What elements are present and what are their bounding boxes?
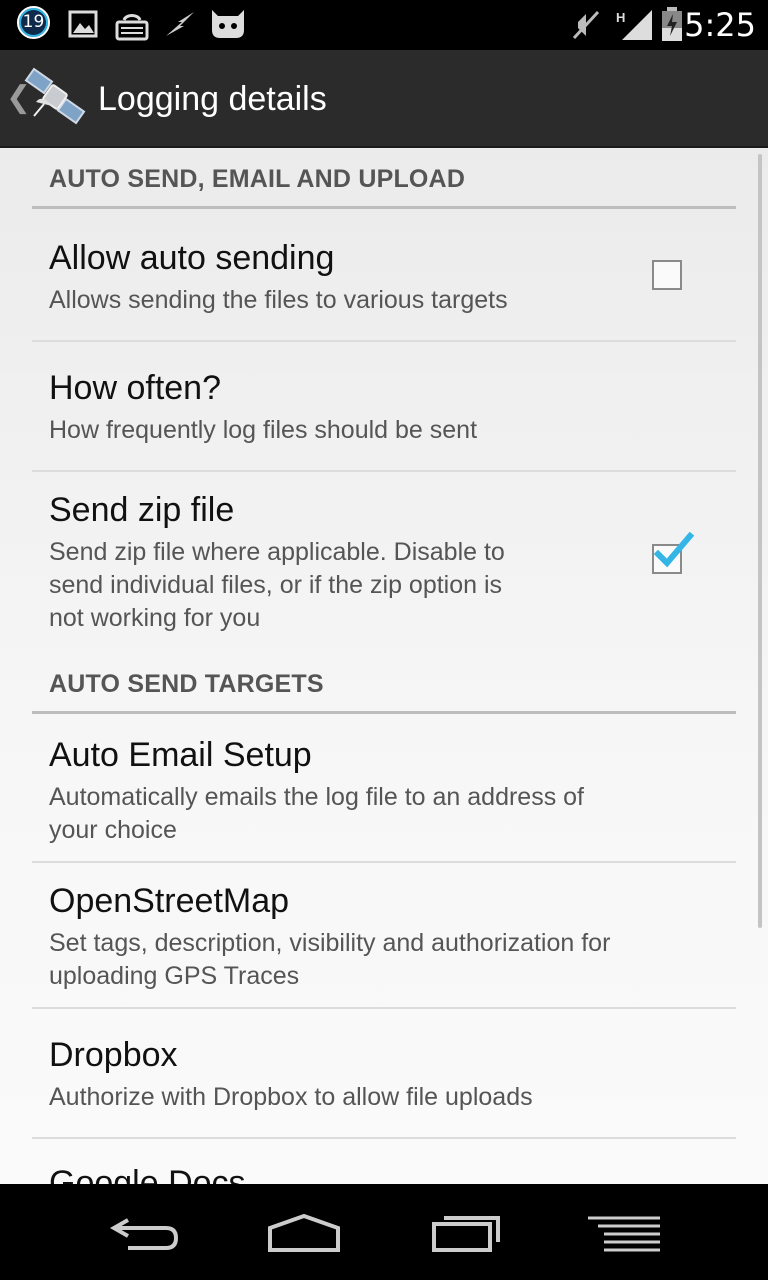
pref-summary-line: Set tags, description, visibility and au… [49,929,611,957]
section-divider [32,711,736,714]
pref-summary-line: uploading GPS Traces [49,962,300,990]
pref-allow-auto-sending[interactable]: Allow auto sending Allows sending the fi… [32,210,736,342]
pref-title: Send zip file [49,491,235,529]
satellite-icon[interactable] [22,64,88,130]
lightning-icon [166,12,194,36]
action-bar: ❮ Logging details [0,50,768,148]
pref-auto-email-setup[interactable]: Auto Email Setup Automatically emails th… [32,715,736,863]
pref-summary: How frequently log files should be sent [49,416,478,444]
navigation-bar [0,1184,768,1280]
home-icon[interactable] [264,1204,344,1260]
image-icon [68,10,98,38]
send-zip-file-checkbox[interactable] [652,532,695,574]
pref-summary-line: your choice [49,816,177,844]
pref-summary: Allows sending the files to various targ… [49,286,508,314]
pref-google-docs[interactable]: Google Docs [32,1139,736,1184]
android-cat-icon [212,10,244,38]
battery-icon [662,7,682,41]
signal-icon: H [616,10,652,40]
pref-openstreetmap[interactable]: OpenStreetMap Set tags, description, vis… [32,863,736,1009]
pref-title: Dropbox [49,1036,178,1074]
pref-summary-line: not working for you [49,604,261,632]
clock: 5:25 [684,6,756,44]
allow-auto-sending-checkbox[interactable] [652,260,682,290]
pref-summary-line: Automatically emails the log file to an … [49,783,584,811]
pref-send-zip-file[interactable]: Send zip file Send zip file where applic… [32,472,736,648]
menu-icon[interactable] [584,1204,664,1260]
pref-title: OpenStreetMap [49,882,290,920]
pref-title: Auto Email Setup [49,736,312,774]
pref-title: Allow auto sending [49,239,335,277]
pref-summary-line: send individual files, or if the zip opt… [49,571,503,599]
checkmark-icon [653,532,695,568]
pref-how-often[interactable]: How often? How frequently log files shou… [32,342,736,472]
section-divider [32,206,736,209]
back-icon[interactable] [106,1204,182,1260]
keyboard-icon [115,14,149,41]
notification-count-badge: 19 [17,6,50,39]
pref-title: Google Docs [49,1164,246,1184]
pref-title: How often? [49,369,221,407]
pref-summary: Authorize with Dropbox to allow file upl… [49,1083,533,1111]
section-header-auto-send: AUTO SEND, EMAIL AND UPLOAD [32,164,736,209]
page-title: Logging details [98,80,327,118]
recent-apps-icon[interactable] [428,1204,504,1260]
section-header-label: AUTO SEND, EMAIL AND UPLOAD [49,165,466,193]
mute-icon [572,10,600,40]
status-bar: 19 H 5:25 [0,0,768,50]
pref-dropbox[interactable]: Dropbox Authorize with Dropbox to allow … [32,1009,736,1139]
svg-text:H: H [616,10,625,25]
section-header-label: AUTO SEND TARGETS [49,670,324,698]
scrollbar[interactable] [758,154,762,928]
pref-summary-line: Send zip file where applicable. Disable … [49,538,505,566]
section-header-auto-send-targets: AUTO SEND TARGETS [32,669,736,714]
preferences-list[interactable]: AUTO SEND, EMAIL AND UPLOAD Allow auto s… [0,148,768,1184]
